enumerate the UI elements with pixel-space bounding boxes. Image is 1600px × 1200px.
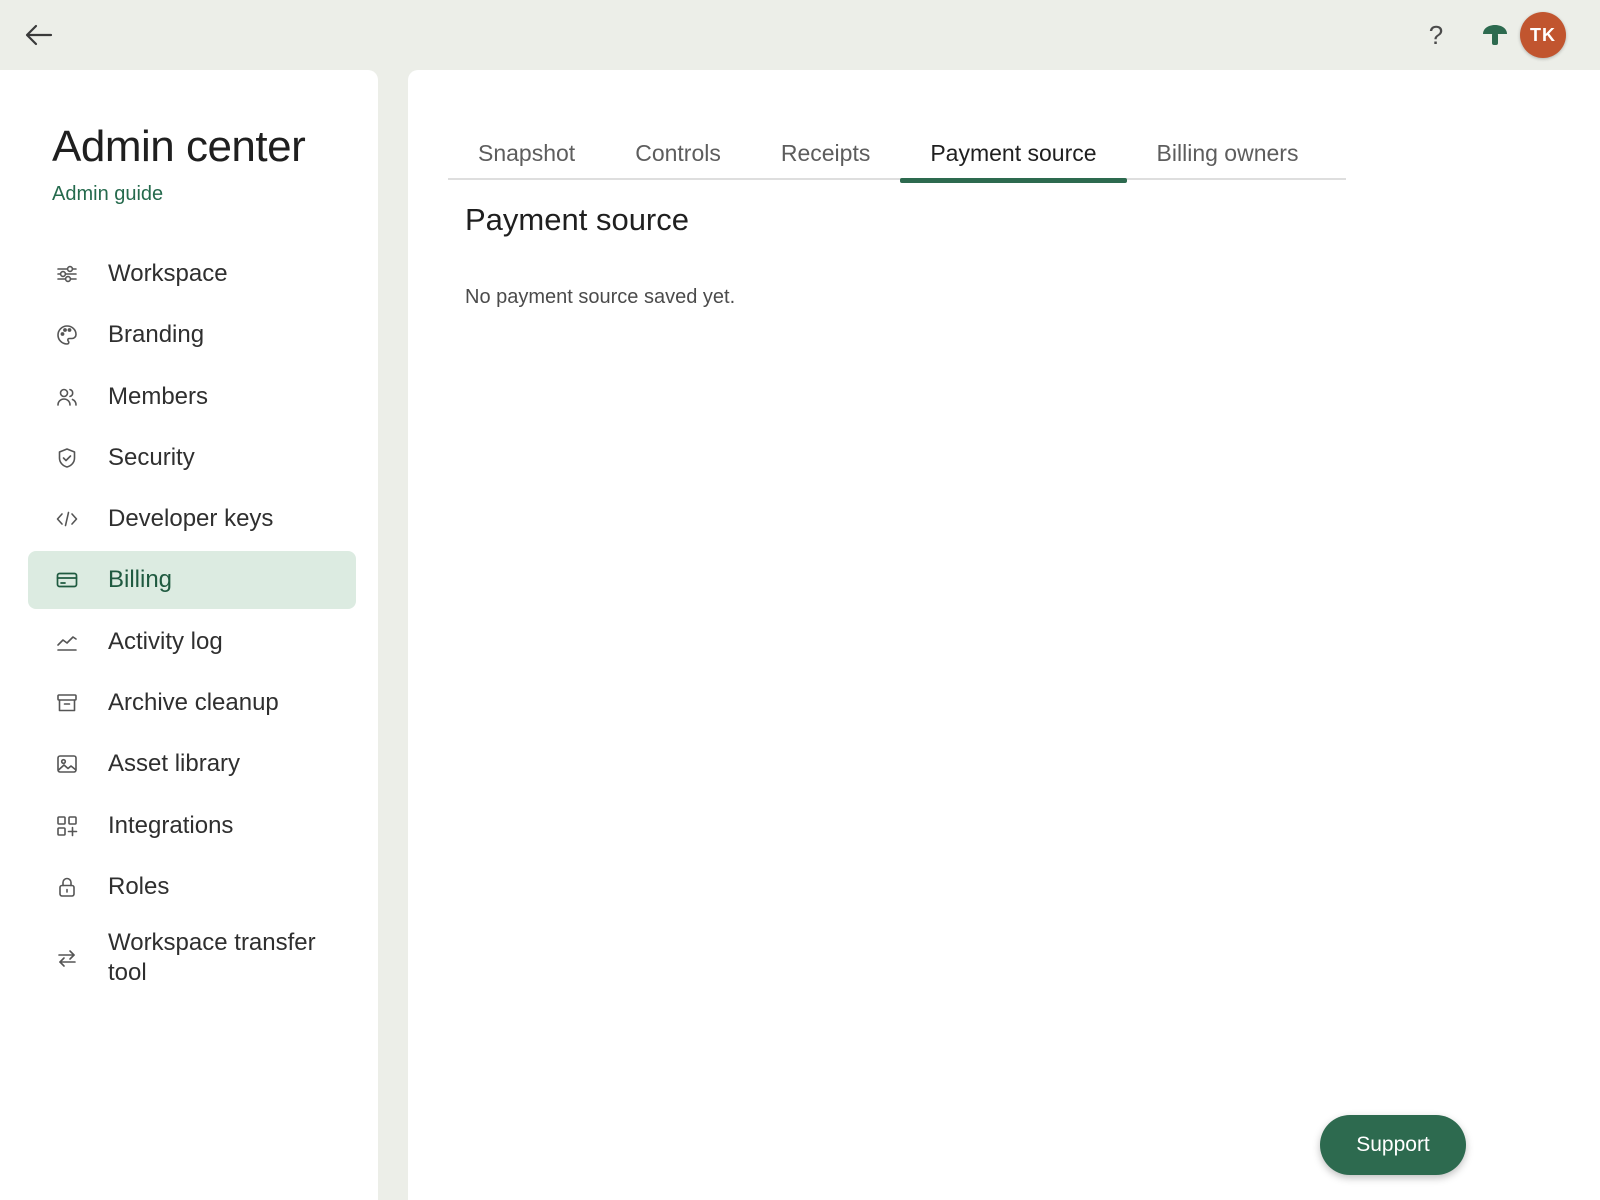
sidebar-item-label: Members: [108, 382, 209, 410]
sidebar-item-workspace[interactable]: Workspace: [28, 245, 356, 303]
sidebar-item-developer-keys[interactable]: Developer keys: [28, 490, 356, 548]
sidebar-item-security[interactable]: Security: [28, 429, 356, 487]
sidebar-item-asset-library[interactable]: Asset library: [28, 735, 356, 793]
code-icon: [55, 507, 79, 531]
image-icon: [55, 752, 79, 776]
sidebar-item-label: Billing: [108, 566, 173, 594]
sidebar-item-label: Archive cleanup: [108, 689, 279, 717]
sidebar-item-label: Integrations: [108, 811, 234, 839]
help-button[interactable]: ?: [1418, 16, 1454, 54]
shield-check-icon: [55, 446, 79, 470]
lock-icon: [55, 875, 79, 899]
section-title: Payment source: [465, 202, 689, 237]
mushroom-icon[interactable]: [1478, 20, 1512, 50]
empty-state-message: No payment source saved yet.: [465, 286, 736, 308]
tab-controls[interactable]: Controls: [605, 126, 751, 180]
admin-guide-link[interactable]: Admin guide: [52, 183, 163, 206]
user-avatar[interactable]: TK: [1520, 12, 1566, 58]
transfer-arrows-icon: [55, 946, 79, 970]
sidebar: Admin center Admin guide Workspace Brand…: [0, 70, 378, 1200]
sidebar-item-label: Branding: [108, 321, 205, 349]
tab-payment-source[interactable]: Payment source: [900, 126, 1127, 183]
sidebar-item-label: Workspace transfer tool: [108, 928, 316, 986]
top-bar: ? TK: [0, 0, 1600, 70]
users-icon: [55, 385, 79, 409]
line-chart-icon: [55, 630, 79, 654]
tab-billing-owners[interactable]: Billing owners: [1127, 126, 1329, 180]
sidebar-nav: Workspace Branding Members Security Deve…: [28, 245, 356, 999]
sidebar-item-label: Activity log: [108, 627, 223, 655]
sliders-icon: [55, 262, 79, 286]
sidebar-title: Admin center: [52, 122, 306, 171]
sidebar-item-integrations[interactable]: Integrations: [28, 797, 356, 855]
sidebar-item-roles[interactable]: Roles: [28, 858, 356, 916]
tab-receipts[interactable]: Receipts: [751, 126, 900, 180]
sidebar-item-branding[interactable]: Branding: [28, 306, 356, 364]
sidebar-item-workspace-transfer-tool[interactable]: Workspace transfer tool: [28, 920, 356, 996]
sidebar-item-label: Roles: [108, 872, 170, 900]
support-button[interactable]: Support: [1320, 1115, 1466, 1175]
back-button[interactable]: [18, 17, 60, 53]
sidebar-item-label: Asset library: [108, 750, 241, 778]
sidebar-item-label: Developer keys: [108, 505, 274, 533]
arrow-left-icon: [25, 24, 53, 46]
sidebar-item-activity-log[interactable]: Activity log: [28, 613, 356, 671]
billing-tabs: Snapshot Controls Receipts Payment sourc…: [448, 126, 1346, 183]
sidebar-item-label: Workspace: [108, 260, 228, 287]
sidebar-item-label: Security: [108, 443, 195, 471]
main-panel: Snapshot Controls Receipts Payment sourc…: [408, 70, 1600, 1200]
tab-snapshot[interactable]: Snapshot: [448, 126, 605, 180]
archive-box-icon: [55, 691, 79, 715]
grid-plus-icon: [55, 814, 79, 838]
sidebar-item-members[interactable]: Members: [28, 368, 356, 426]
credit-card-icon: [55, 568, 79, 592]
sidebar-item-archive-cleanup[interactable]: Archive cleanup: [28, 674, 356, 732]
palette-icon: [55, 323, 79, 347]
sidebar-item-billing[interactable]: Billing: [28, 551, 356, 610]
